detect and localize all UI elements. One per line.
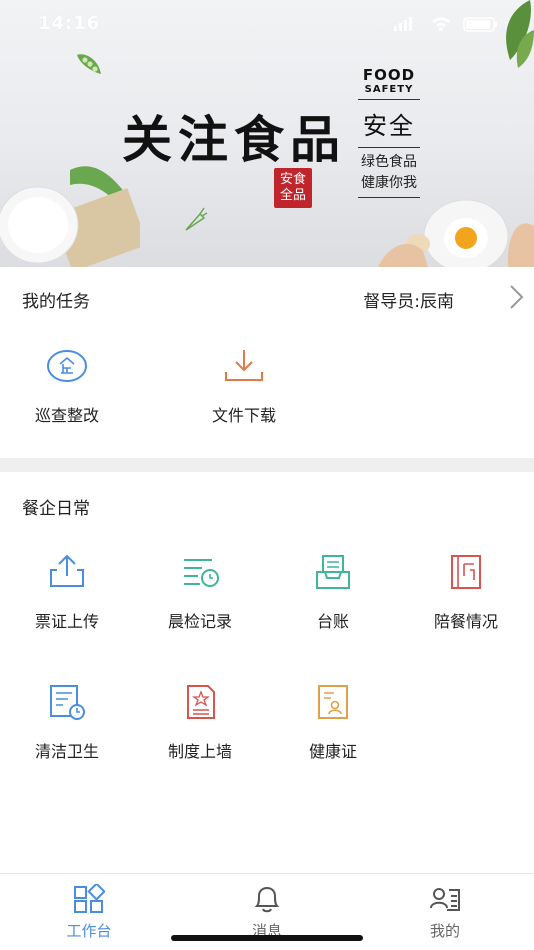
health-certificate-icon: [318, 685, 348, 719]
book-icon: [451, 555, 481, 589]
app-screen: 14:16 关注食品 安食 全品 FOOD SAFETY 安全 绿色食品 健康你…: [0, 0, 534, 950]
tile-label: 文件下载: [211, 406, 276, 425]
status-bar: 14:16: [0, 0, 534, 46]
food-safety-block: FOOD SAFETY 安全 绿色食品 健康你我: [358, 66, 420, 198]
document-star-icon: [187, 685, 215, 719]
carrot-icon: [185, 207, 208, 231]
seal-stamp: 安食 全品: [274, 168, 312, 208]
enterprise-icon: [47, 350, 87, 382]
task-tile-download[interactable]: 文件下载: [177, 344, 311, 426]
tasks-section-title: 我的任务: [22, 292, 90, 312]
tab-mine[interactable]: 我的: [356, 874, 534, 950]
daily-tile-rules-on-wall[interactable]: 制度上墙: [133, 680, 267, 762]
tile-label: 票证上传: [34, 612, 99, 631]
profile-card-icon: [430, 888, 460, 911]
upload-icon: [50, 554, 84, 587]
daily-tile-health-certificate[interactable]: 健康证: [266, 680, 400, 762]
food-title: FOOD: [362, 66, 416, 84]
ledger-tray-icon: [316, 555, 350, 589]
tile-label: 陪餐情况: [433, 612, 498, 631]
daily-tile-morning-check[interactable]: 晨检记录: [133, 550, 267, 632]
tab-label: 我的: [429, 922, 460, 940]
task-tile-inspection[interactable]: 巡查整改: [0, 344, 134, 426]
status-time: 14:16: [38, 13, 101, 34]
seal-line: 全品: [279, 188, 306, 203]
daily-tile-cleaning[interactable]: 清洁卫生: [0, 680, 134, 762]
daily-tile-accompany-meal[interactable]: 陪餐情况: [399, 550, 533, 632]
tab-workbench[interactable]: 工作台: [0, 874, 178, 950]
seal-line: 安食: [279, 172, 306, 187]
workbench-icon: [74, 884, 105, 913]
anquan-text: 安全: [358, 100, 420, 148]
section-divider: [0, 458, 534, 472]
daily-tile-receipt-upload[interactable]: 票证上传: [0, 550, 134, 632]
pea-pod-icon: [77, 54, 101, 74]
bowl-decoration-icon: [0, 166, 140, 267]
checklist-clock-icon: [184, 559, 219, 587]
supervisor-label[interactable]: 督导员:辰南: [363, 287, 454, 312]
tile-label: 制度上墙: [167, 742, 232, 761]
daily-tile-ledger[interactable]: 台账: [266, 550, 400, 632]
home-indicator[interactable]: [171, 935, 363, 941]
download-icon: [225, 350, 263, 381]
tagline-line: 健康你我: [361, 175, 417, 191]
tagline: 绿色食品 健康你我: [358, 148, 420, 198]
bell-icon: [254, 886, 280, 913]
tile-label: 巡查整改: [34, 406, 99, 425]
tagline-line: 绿色食品: [361, 154, 417, 170]
tile-label: 清洁卫生: [34, 742, 99, 761]
tile-label: 台账: [316, 612, 349, 631]
banner[interactable]: 14:16 关注食品 安食 全品 FOOD SAFETY 安全 绿色食品 健康你…: [0, 0, 534, 267]
chevron-right-icon[interactable]: [506, 283, 526, 311]
tile-label: 晨检记录: [167, 612, 232, 631]
leaf-decoration-icon: [506, 0, 534, 68]
document-clock-icon: [50, 685, 85, 720]
safety-subtitle: SAFETY: [358, 84, 420, 100]
egg-bowl-decoration-icon: [378, 199, 534, 267]
banner-headline: 关注食品: [122, 110, 346, 169]
tab-label: 工作台: [66, 922, 112, 940]
tile-label: 健康证: [308, 742, 357, 761]
daily-section-title: 餐企日常: [22, 499, 90, 519]
